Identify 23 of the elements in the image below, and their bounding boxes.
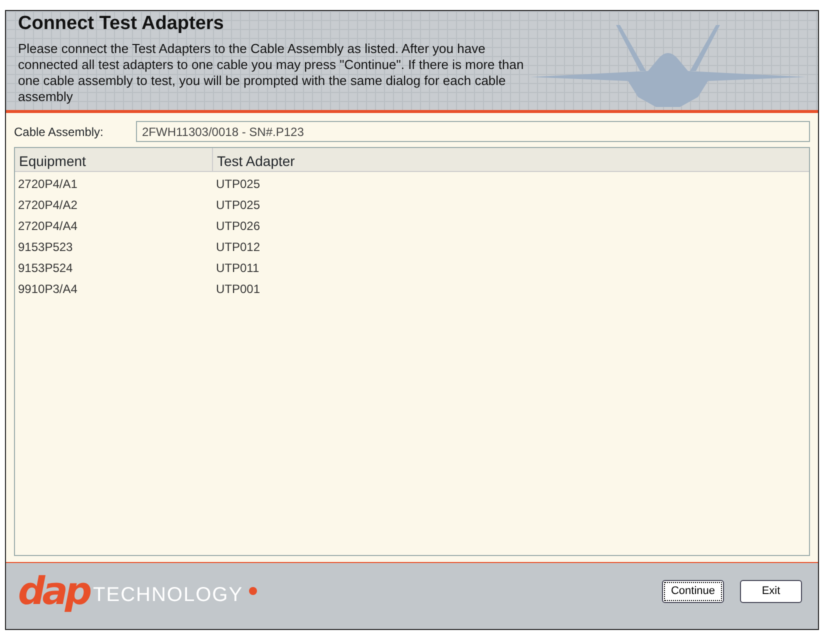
table-cell-text: UTP026 bbox=[215, 218, 262, 235]
logo-text: TECHNOLOGY bbox=[93, 583, 244, 608]
cable-assembly-field[interactable]: 2FWH11303/0018 - SN#.P123 bbox=[136, 121, 810, 142]
table-cell-text: UTP025 bbox=[215, 176, 262, 193]
table-cell-text: 9910P3/A4 bbox=[17, 281, 78, 298]
field-label: Cable Assembly: bbox=[14, 124, 104, 140]
logo-dot-icon bbox=[249, 587, 258, 595]
table-cell-text: UTP025 bbox=[215, 197, 262, 214]
table-cell-text: UTP011 bbox=[215, 260, 260, 277]
dialog-button[interactable]: Exit bbox=[740, 580, 802, 602]
dialog-title: Connect Test Adapters bbox=[18, 13, 225, 36]
table-cell-text: 2720P4/A4 bbox=[17, 218, 78, 235]
table-cell-text: 9153P524 bbox=[17, 260, 74, 277]
table-cell-text: 9153P523 bbox=[17, 239, 74, 256]
table-cell-text: 2720P4/A2 bbox=[17, 197, 78, 214]
dialog-button[interactable]: Continue bbox=[662, 580, 724, 602]
table-cell-text: UTP001 bbox=[215, 281, 262, 298]
table-cell-text: 2720P4/A1 bbox=[17, 176, 78, 193]
instructions-text: Please connect the Test Adapters to the Cable Assembly as listed. After you have connected all test adapters to one cable you may press "Continue". If there is more than one cable assembly to test, you will be prompted with the same dialog for each cable assembly bbox=[18, 40, 525, 105]
logo-mark: dap bbox=[18, 572, 90, 610]
column-header[interactable]: Equipment bbox=[15, 148, 213, 172]
table-cell-text: UTP012 bbox=[215, 239, 262, 256]
column-header[interactable]: Test Adapter bbox=[213, 148, 809, 172]
